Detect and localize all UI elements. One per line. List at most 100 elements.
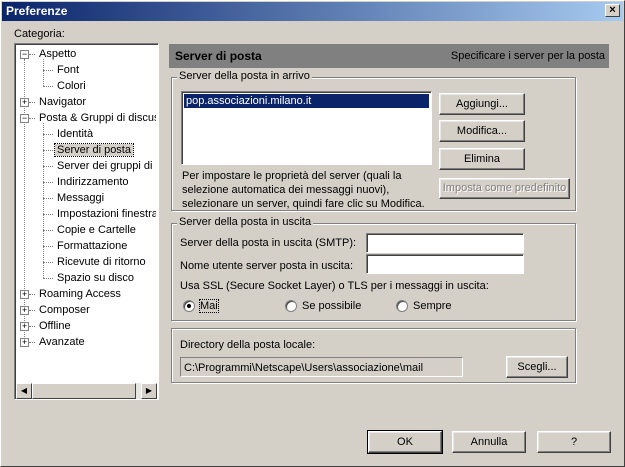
delete-server-button[interactable]: Elimina (439, 148, 525, 170)
incoming-help-text: Per impostare le proprietà del server (q… (182, 170, 425, 210)
tree-item-label: Avanzate (39, 336, 85, 348)
add-server-button[interactable]: Aggiungi... (439, 93, 525, 115)
tree-connector (43, 214, 53, 215)
tree-item-8[interactable]: Indirizzamento (55, 175, 131, 190)
ssl-label: Usa SSL (Secure Socket Layer) o TLS per … (180, 280, 489, 292)
tree-item-1[interactable]: Font (55, 63, 81, 78)
tree-item-label: Indirizzamento (57, 176, 129, 188)
tree-connector (29, 342, 35, 343)
ok-button[interactable]: OK (367, 430, 443, 454)
tree-connector (43, 150, 53, 151)
local-mail-label: Directory della posta locale: (180, 339, 316, 351)
smtp-server-input[interactable] (366, 233, 524, 253)
add-server-label: Aggiungi... (456, 98, 508, 110)
tree-item-11[interactable]: Copie e Cartelle (55, 223, 138, 238)
collapse-icon[interactable]: − (20, 50, 29, 59)
cancel-label: Annulla (470, 436, 508, 448)
tree-item-10[interactable]: Impostazioni finestra (55, 207, 156, 222)
tree-hscrollbar[interactable]: ◀ ▶ (16, 383, 157, 399)
tree-item-label: Colori (57, 80, 86, 92)
tree-connector (43, 230, 53, 231)
local-mail-path-field: C:\Programmi\Netscape\Users\associazione… (180, 357, 463, 377)
expand-icon[interactable]: + (20, 306, 29, 315)
ssl-if-possible-label[interactable]: Se possibile (302, 300, 361, 312)
smtp-label: Server della posta in uscita (SMTP): (180, 237, 357, 249)
tree-item-label: Server di posta (54, 143, 134, 157)
help-label: ? (570, 436, 578, 448)
tree-connector (29, 310, 35, 311)
tree-item-2[interactable]: Colori (55, 79, 88, 94)
category-label-text: Categoria: (14, 28, 65, 40)
incoming-server-list[interactable]: pop.associazioni.milano.it (181, 91, 432, 165)
choose-directory-label: Scegli... (517, 361, 557, 373)
ssl-never-label[interactable]: Mai (199, 299, 219, 313)
window-title: Preferenze (6, 4, 68, 18)
scroll-right-icon[interactable]: ▶ (141, 383, 157, 399)
tree-connector (43, 198, 53, 199)
tree-item-label: Copie e Cartelle (57, 224, 136, 236)
set-default-button[interactable]: Imposta come predefinito (439, 178, 570, 199)
tree-connector (43, 86, 53, 87)
tree-item-17[interactable]: Offline (37, 319, 73, 334)
ssl-always-label[interactable]: Sempre (413, 300, 452, 312)
expand-icon[interactable]: + (20, 98, 29, 107)
help-button[interactable]: ? (537, 431, 611, 453)
tree-connector (29, 326, 35, 327)
tree-connector (43, 246, 53, 247)
scroll-left-icon[interactable]: ◀ (16, 383, 32, 399)
tree-item-15[interactable]: Roaming Access (37, 287, 123, 302)
tree-item-16[interactable]: Composer (37, 303, 92, 318)
tree-connector (43, 278, 53, 279)
outgoing-group-label: Server della posta in uscita (177, 216, 314, 228)
ssl-never-radio[interactable] (183, 300, 195, 312)
expand-icon[interactable]: + (20, 322, 29, 331)
panel-subtitle: Specificare i server per la posta (450, 50, 605, 62)
tree-item-7[interactable]: Server dei gruppi di d (55, 159, 156, 174)
tree-item-3[interactable]: Navigator (37, 95, 88, 110)
expand-icon[interactable]: + (20, 290, 29, 299)
tree-item-13[interactable]: Ricevute di ritorno (55, 255, 148, 270)
tree-connector (43, 59, 44, 86)
tree-item-18[interactable]: Avanzate (37, 335, 87, 350)
incoming-group-label: Server della posta in arrivo (177, 70, 312, 82)
ssl-if-possible-radio[interactable] (285, 300, 297, 312)
tree-connector (43, 166, 53, 167)
server-list-item[interactable]: pop.associazioni.milano.it (184, 94, 429, 108)
tree-connector (43, 182, 53, 183)
tree-item-4[interactable]: Posta & Gruppi di discuss (37, 111, 156, 126)
ok-label: OK (397, 436, 413, 448)
scroll-thumb[interactable] (32, 383, 136, 399)
tree-item-label: Ricevute di ritorno (57, 256, 146, 268)
tree-connector (43, 134, 53, 135)
smtp-user-input[interactable] (366, 254, 524, 274)
edit-server-label: Modifica... (456, 125, 508, 137)
category-label: Categoria: (14, 28, 65, 40)
tree-item-9[interactable]: Messaggi (55, 191, 106, 206)
tree-connector (43, 123, 44, 278)
choose-directory-button[interactable]: Scegli... (506, 356, 568, 378)
tree-item-14[interactable]: Spazio su disco (55, 271, 136, 286)
tree-item-12[interactable]: Formattazione (55, 239, 129, 254)
preferences-dialog: Preferenze × Categoria: Aspetto − Font Colo… (0, 0, 625, 467)
tree-item-label: Messaggi (57, 192, 105, 204)
ssl-always-radio[interactable] (396, 300, 408, 312)
tree-connector (43, 70, 53, 71)
delete-server-label: Elimina (463, 153, 501, 165)
edit-server-button[interactable]: Modifica... (439, 120, 525, 142)
tree-items: Aspetto − Font Colori Navigator + Posta & Grup… (15, 44, 156, 381)
tree-item-label: Font (57, 64, 80, 76)
tree-item-label: Impostazioni finestra (57, 208, 156, 220)
tree-item-5[interactable]: Identità (55, 127, 95, 142)
cancel-button[interactable]: Annulla (452, 431, 526, 453)
tree-item-label: Composer (39, 304, 90, 316)
close-button[interactable]: × (605, 4, 620, 17)
set-default-label: Imposta come predefinito (442, 182, 567, 194)
local-mail-path: C:\Programmi\Netscape\Users\associazione… (184, 362, 424, 374)
collapse-icon[interactable]: − (20, 114, 29, 123)
category-tree[interactable]: Aspetto − Font Colori Navigator + Posta & Grup… (14, 43, 159, 400)
tree-item-6[interactable]: Server di posta (54, 143, 134, 158)
smtp-user-label: Nome utente server posta in uscita: (180, 260, 354, 272)
expand-icon[interactable]: + (20, 338, 29, 347)
tree-connector (29, 54, 35, 55)
tree-connector (43, 262, 53, 263)
